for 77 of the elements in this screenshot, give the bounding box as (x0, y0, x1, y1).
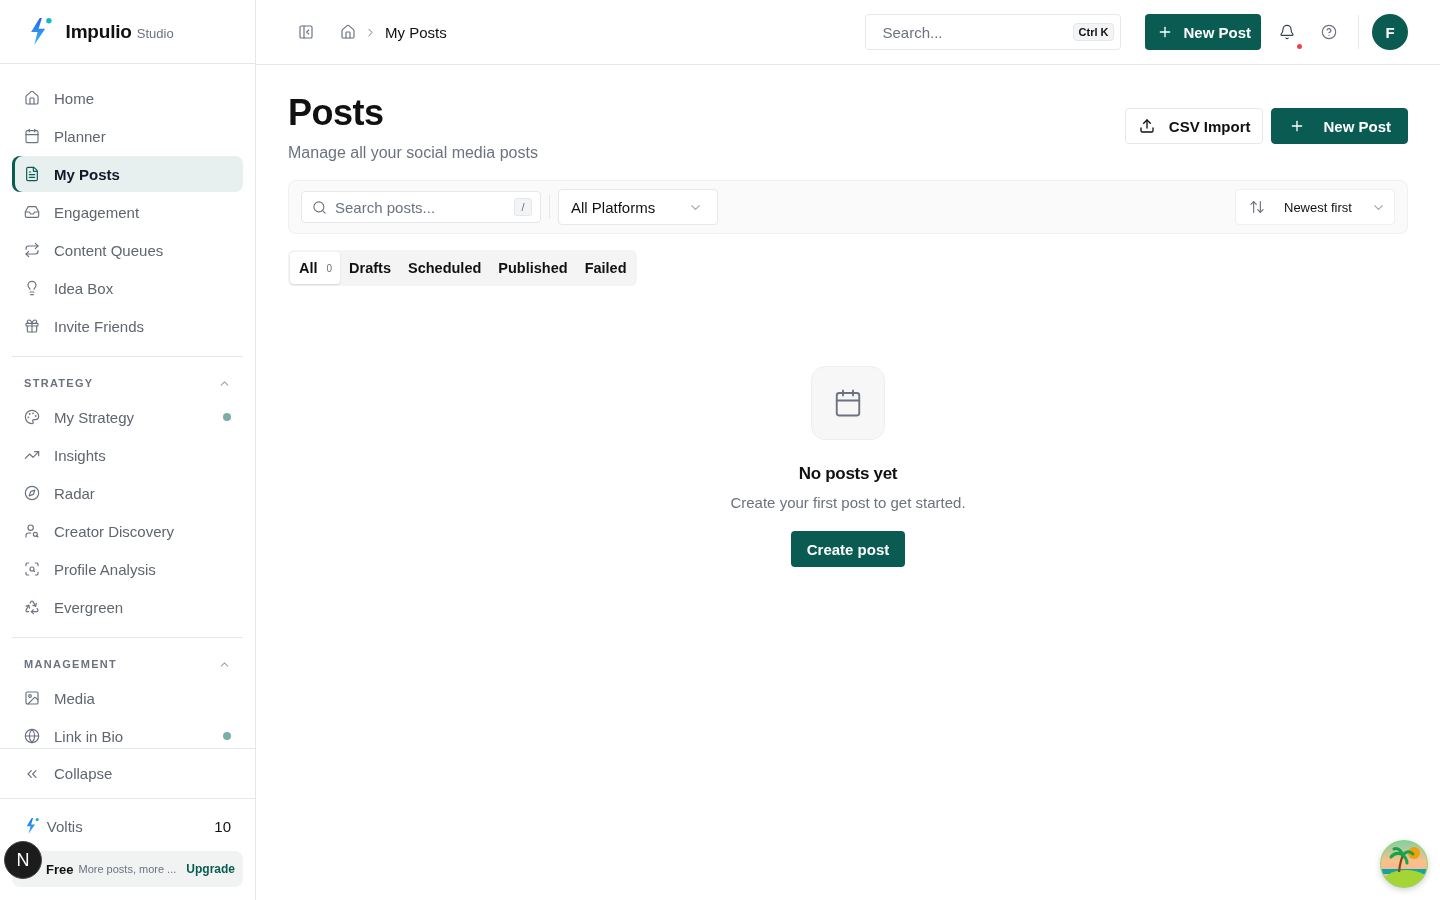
breadcrumb-item: My Posts (385, 23, 447, 41)
sort-select[interactable]: Newest first (1235, 189, 1395, 225)
csv-import-button[interactable]: CSV Import (1124, 108, 1264, 144)
lightning-icon (26, 818, 39, 834)
sidebar-item[interactable]: My Strategy (12, 399, 243, 435)
home-icon (24, 90, 40, 106)
image-icon (24, 690, 40, 706)
compass-icon (24, 485, 40, 501)
credits-label: Voltis (46, 817, 83, 835)
lightbulb-icon (24, 280, 40, 296)
page-title: Posts (288, 93, 385, 133)
brand-name: Impulio (65, 20, 132, 43)
page-subtitle: Manage all your social media posts (288, 144, 538, 162)
scan-search-icon (24, 561, 40, 577)
post-search-field[interactable]: Search posts... / (301, 191, 541, 223)
filter-tab[interactable]: Scheduled (399, 252, 490, 284)
upload-icon (1138, 118, 1155, 134)
document-icon (24, 166, 40, 182)
brand-suffix: Studio (136, 25, 174, 41)
sidebar-item[interactable]: Radar (12, 475, 243, 511)
sidebar-item[interactable]: Insights (12, 437, 243, 473)
plan-label: Free (46, 861, 74, 877)
new-post-button[interactable]: New Post (1271, 108, 1408, 144)
section-header[interactable]: STRATEGY (12, 369, 243, 397)
home-icon[interactable] (340, 24, 356, 40)
post-search-input[interactable]: Search posts... (335, 197, 506, 217)
filter-tab[interactable]: Published (489, 252, 576, 284)
gift-icon (24, 318, 40, 334)
search-input[interactable]: Search... (882, 22, 1065, 42)
new-post-button[interactable]: New Post (1145, 14, 1261, 50)
sidebar-item[interactable]: Home (12, 80, 243, 116)
sidebar-item[interactable]: Planner (12, 118, 243, 154)
tab-count: 0 (326, 262, 333, 274)
sidebar-item[interactable]: Link in Bio (12, 718, 243, 748)
bell-icon (1279, 24, 1295, 40)
user-avatar[interactable]: F (1372, 14, 1408, 50)
sidebar-toggle-button[interactable] (298, 24, 314, 40)
calendar-icon (833, 388, 863, 418)
help-icon (1321, 24, 1337, 40)
lightning-logo-icon (30, 18, 52, 45)
search-icon (312, 199, 327, 215)
sidebar-item[interactable]: Idea Box (12, 270, 243, 306)
upgrade-link[interactable]: Upgrade (186, 862, 235, 876)
dev-tools-button[interactable]: N (4, 841, 42, 879)
user-search-icon (24, 523, 40, 539)
upgrade-text: More posts, more ... (78, 863, 177, 875)
platform-select[interactable]: All Platforms (558, 189, 718, 225)
shortcut-hint: / (514, 198, 532, 216)
sidebar-item[interactable]: Creator Discovery (12, 513, 243, 549)
filter-tab[interactable]: All 0 (290, 252, 341, 284)
repeat-icon (24, 242, 40, 258)
sidebar-item[interactable]: Evergreen (12, 589, 243, 625)
palette-icon (24, 409, 40, 425)
recycle-icon (24, 599, 40, 615)
shortcut-hint: Ctrl K (1072, 23, 1115, 41)
globe-icon (24, 728, 40, 744)
sidebar-item[interactable]: Content Queues (12, 232, 243, 268)
credits-count: 10 (214, 817, 231, 835)
calendar-icon (24, 128, 40, 144)
filter-tab[interactable]: Drafts (340, 252, 399, 284)
chat-launcher-button[interactable] (1380, 840, 1428, 888)
inbox-icon (24, 204, 40, 220)
sidebar-item[interactable]: My Posts (12, 156, 243, 192)
panel-icon (298, 24, 314, 40)
empty-state-text: Create your first post to get started. (730, 494, 966, 511)
sidebar-item[interactable]: Media (12, 680, 243, 716)
palm-island-icon (1380, 840, 1428, 888)
sort-icon (1249, 199, 1265, 215)
sidebar-item[interactable]: Profile Analysis (12, 551, 243, 587)
help-button[interactable] (1321, 24, 1337, 40)
empty-state-title: No posts yet (798, 464, 898, 484)
sidebar-item[interactable]: Engagement (12, 194, 243, 230)
sidebar-item[interactable]: Invite Friends (12, 308, 243, 344)
filter-tab[interactable]: Failed (575, 252, 635, 284)
create-post-button[interactable]: Create post (790, 531, 906, 567)
search-field[interactable]: Search... Ctrl K (865, 14, 1122, 50)
section-header[interactable]: MANAGEMENT (12, 650, 243, 678)
